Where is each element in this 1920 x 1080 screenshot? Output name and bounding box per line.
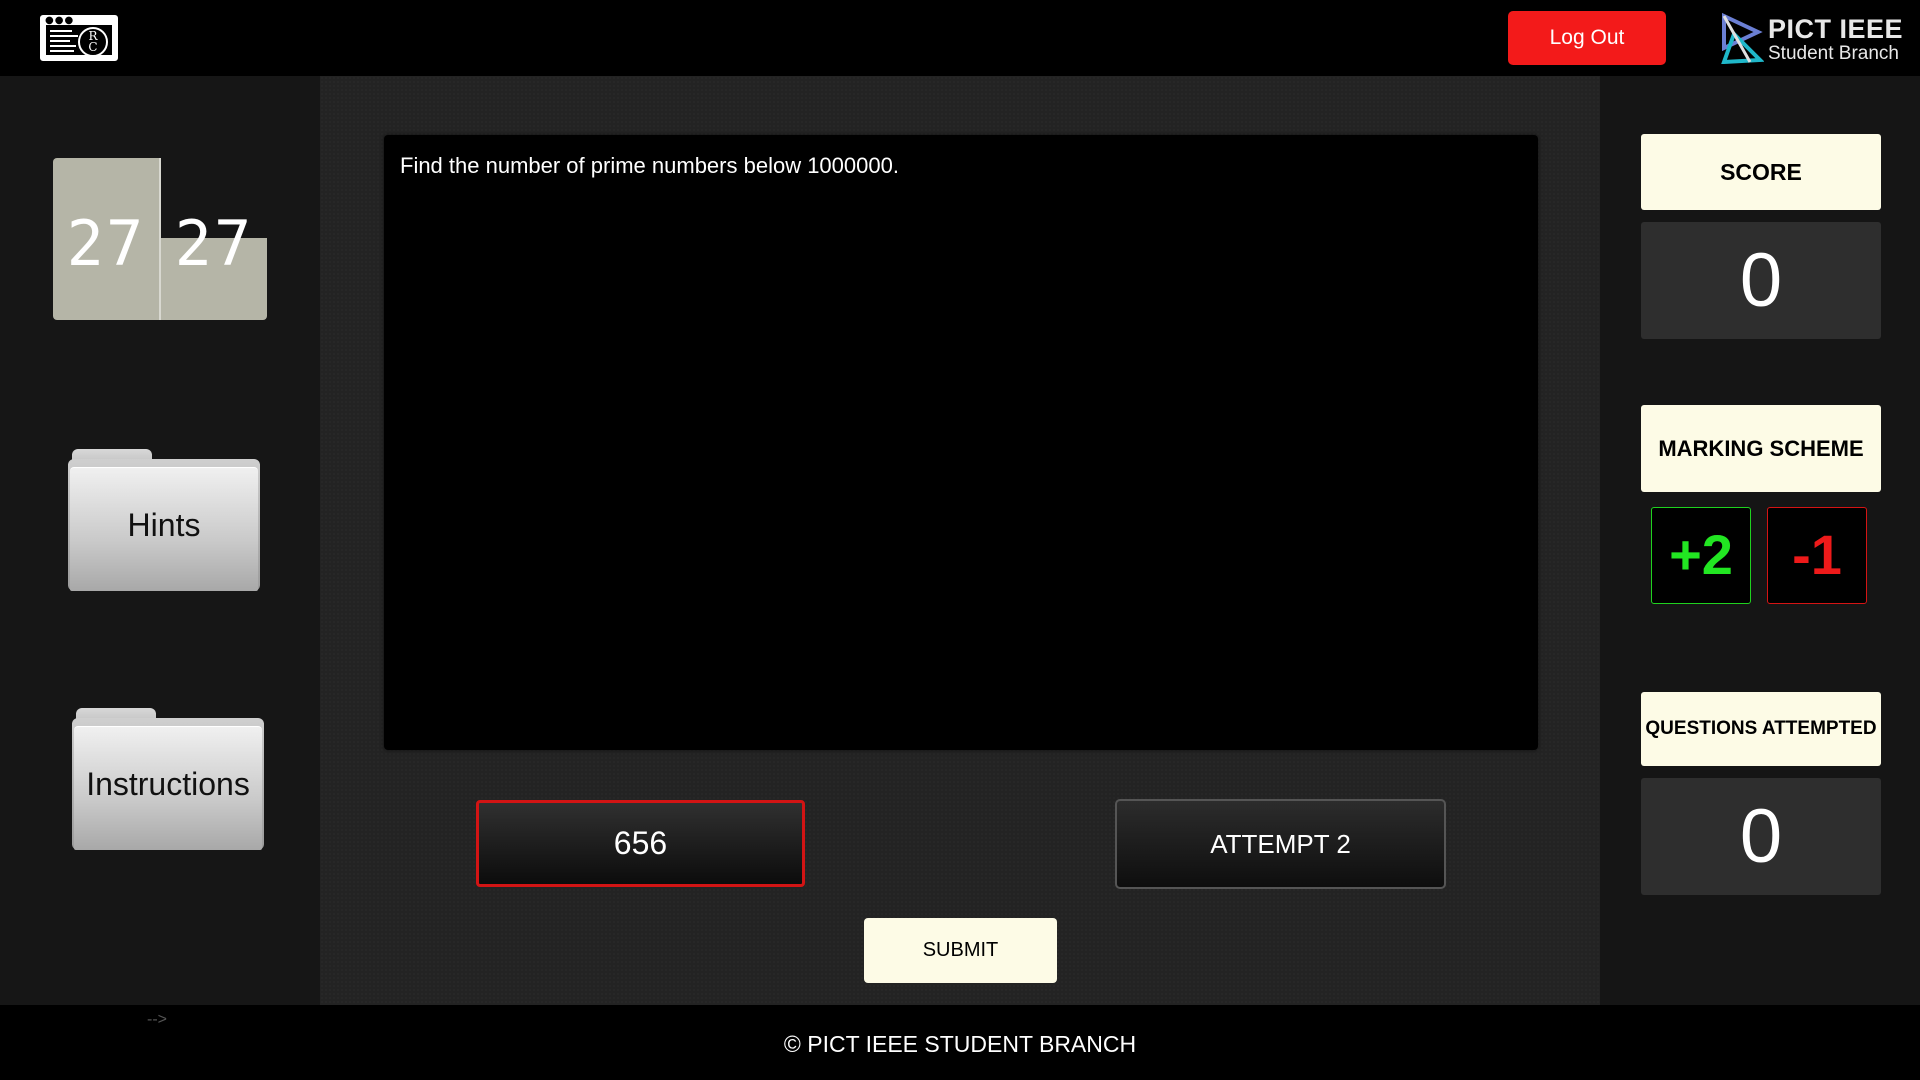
hints-folder-button[interactable]: Hints — [68, 449, 260, 591]
brand-subtitle: Student Branch — [1768, 43, 1899, 64]
ieee-triangle-icon — [1721, 12, 1764, 64]
questions-attempted-label: QUESTIONS ATTEMPTED — [1641, 692, 1881, 766]
hints-label: Hints — [127, 507, 201, 543]
questions-attempted-value: 0 — [1641, 778, 1881, 895]
pict-ieee-logo: PICT IEEE Student Branch — [1720, 10, 1904, 66]
question-panel: Find the number of prime numbers below 1… — [384, 135, 1538, 750]
instructions-label: Instructions — [86, 766, 250, 802]
marking-negative: -1 — [1767, 507, 1867, 604]
code-lines-icon — [50, 30, 80, 55]
marking-positive: +2 — [1651, 507, 1751, 604]
rc-logo: ●●● RC — [40, 15, 118, 61]
top-bar: ●●● RC Log Out PICT IEEE Student Branch — [0, 0, 1920, 76]
instructions-folder-button[interactable]: Instructions — [72, 708, 264, 850]
window-dots-icon: ●●● — [45, 15, 75, 26]
question-text: Find the number of prime numbers below 1… — [400, 153, 899, 178]
logout-button[interactable]: Log Out — [1508, 11, 1666, 65]
countdown-timer: 27 27 — [53, 158, 267, 320]
marking-scheme-label: MARKING SCHEME — [1641, 405, 1881, 492]
answer-input[interactable] — [476, 800, 805, 887]
footer-copyright: © PICT IEEE STUDENT BRANCH — [783, 1031, 1137, 1057]
rc-logo-screen: RC — [46, 25, 112, 57]
rc-emblem-icon: RC — [78, 27, 108, 57]
attempt-indicator: ATTEMPT 2 — [1115, 799, 1446, 889]
stray-text: --> — [147, 1011, 167, 1028]
submit-button[interactable]: SUBMIT — [864, 918, 1057, 983]
brand-title: PICT IEEE — [1768, 14, 1904, 44]
score-value: 0 — [1641, 222, 1881, 339]
timer-minutes: 27 — [66, 207, 146, 280]
footer: --> © PICT IEEE STUDENT BRANCH — [0, 1005, 1920, 1080]
score-label: SCORE — [1641, 134, 1881, 210]
timer-seconds: 27 — [174, 207, 254, 280]
